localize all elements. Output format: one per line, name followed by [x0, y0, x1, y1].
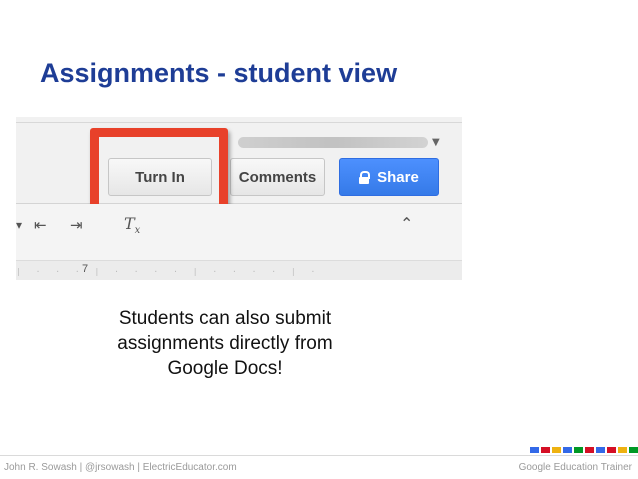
color-square	[552, 447, 561, 453]
slide-caption: Students can also submit assignments dir…	[85, 306, 365, 381]
toolbar-arrow-icon[interactable]: ▾	[16, 218, 22, 232]
color-square	[618, 447, 627, 453]
ruler-ticks: | · · · | · · · · | · · · · | ·	[16, 267, 321, 276]
indent-decrease-icon[interactable]: ⇤	[34, 216, 47, 234]
account-email-blurred	[238, 137, 428, 148]
lock-icon	[359, 170, 371, 184]
slide-title: Assignments - student view	[40, 58, 398, 88]
formatting-toolbar: ▾ ⇤ ⇥ Tx ⌃	[16, 204, 462, 260]
color-square	[574, 447, 583, 453]
share-button-label: Share	[377, 168, 419, 186]
document-ruler[interactable]: | · · · | · · · · | · · · · | · 7	[16, 260, 462, 280]
dropdown-caret-icon[interactable]: ▼	[432, 137, 440, 148]
google-color-squares	[530, 447, 638, 453]
caption-line: Students can also submit	[118, 308, 332, 329]
color-square	[596, 447, 605, 453]
color-square	[563, 447, 572, 453]
header-divider	[16, 122, 462, 123]
caption-line: Google Docs!	[167, 358, 283, 379]
collapse-icon[interactable]: ⌃	[400, 214, 413, 233]
footer-author: John R. Sowash | @jrsowash | ElectricEdu…	[4, 462, 237, 473]
color-square	[541, 447, 550, 453]
comments-button[interactable]: Comments	[230, 158, 325, 196]
color-square	[585, 447, 594, 453]
footer-divider	[0, 455, 638, 456]
clear-formatting-icon[interactable]: Tx	[124, 214, 140, 236]
color-square	[530, 447, 539, 453]
color-square	[607, 447, 616, 453]
footer-trainer-label: Google Education Trainer	[518, 462, 632, 473]
share-button[interactable]: Share	[339, 158, 439, 196]
caption-line: assignments directly from	[117, 333, 333, 354]
indent-increase-icon[interactable]: ⇥	[70, 216, 83, 234]
ruler-number: 7	[82, 263, 89, 275]
docs-header: ▼ Turn In Comments Share	[16, 117, 462, 219]
color-square	[629, 447, 638, 453]
docs-screenshot: ▼ Turn In Comments Share ▾ ⇤ ⇥ Tx ⌃ | · …	[16, 117, 462, 280]
